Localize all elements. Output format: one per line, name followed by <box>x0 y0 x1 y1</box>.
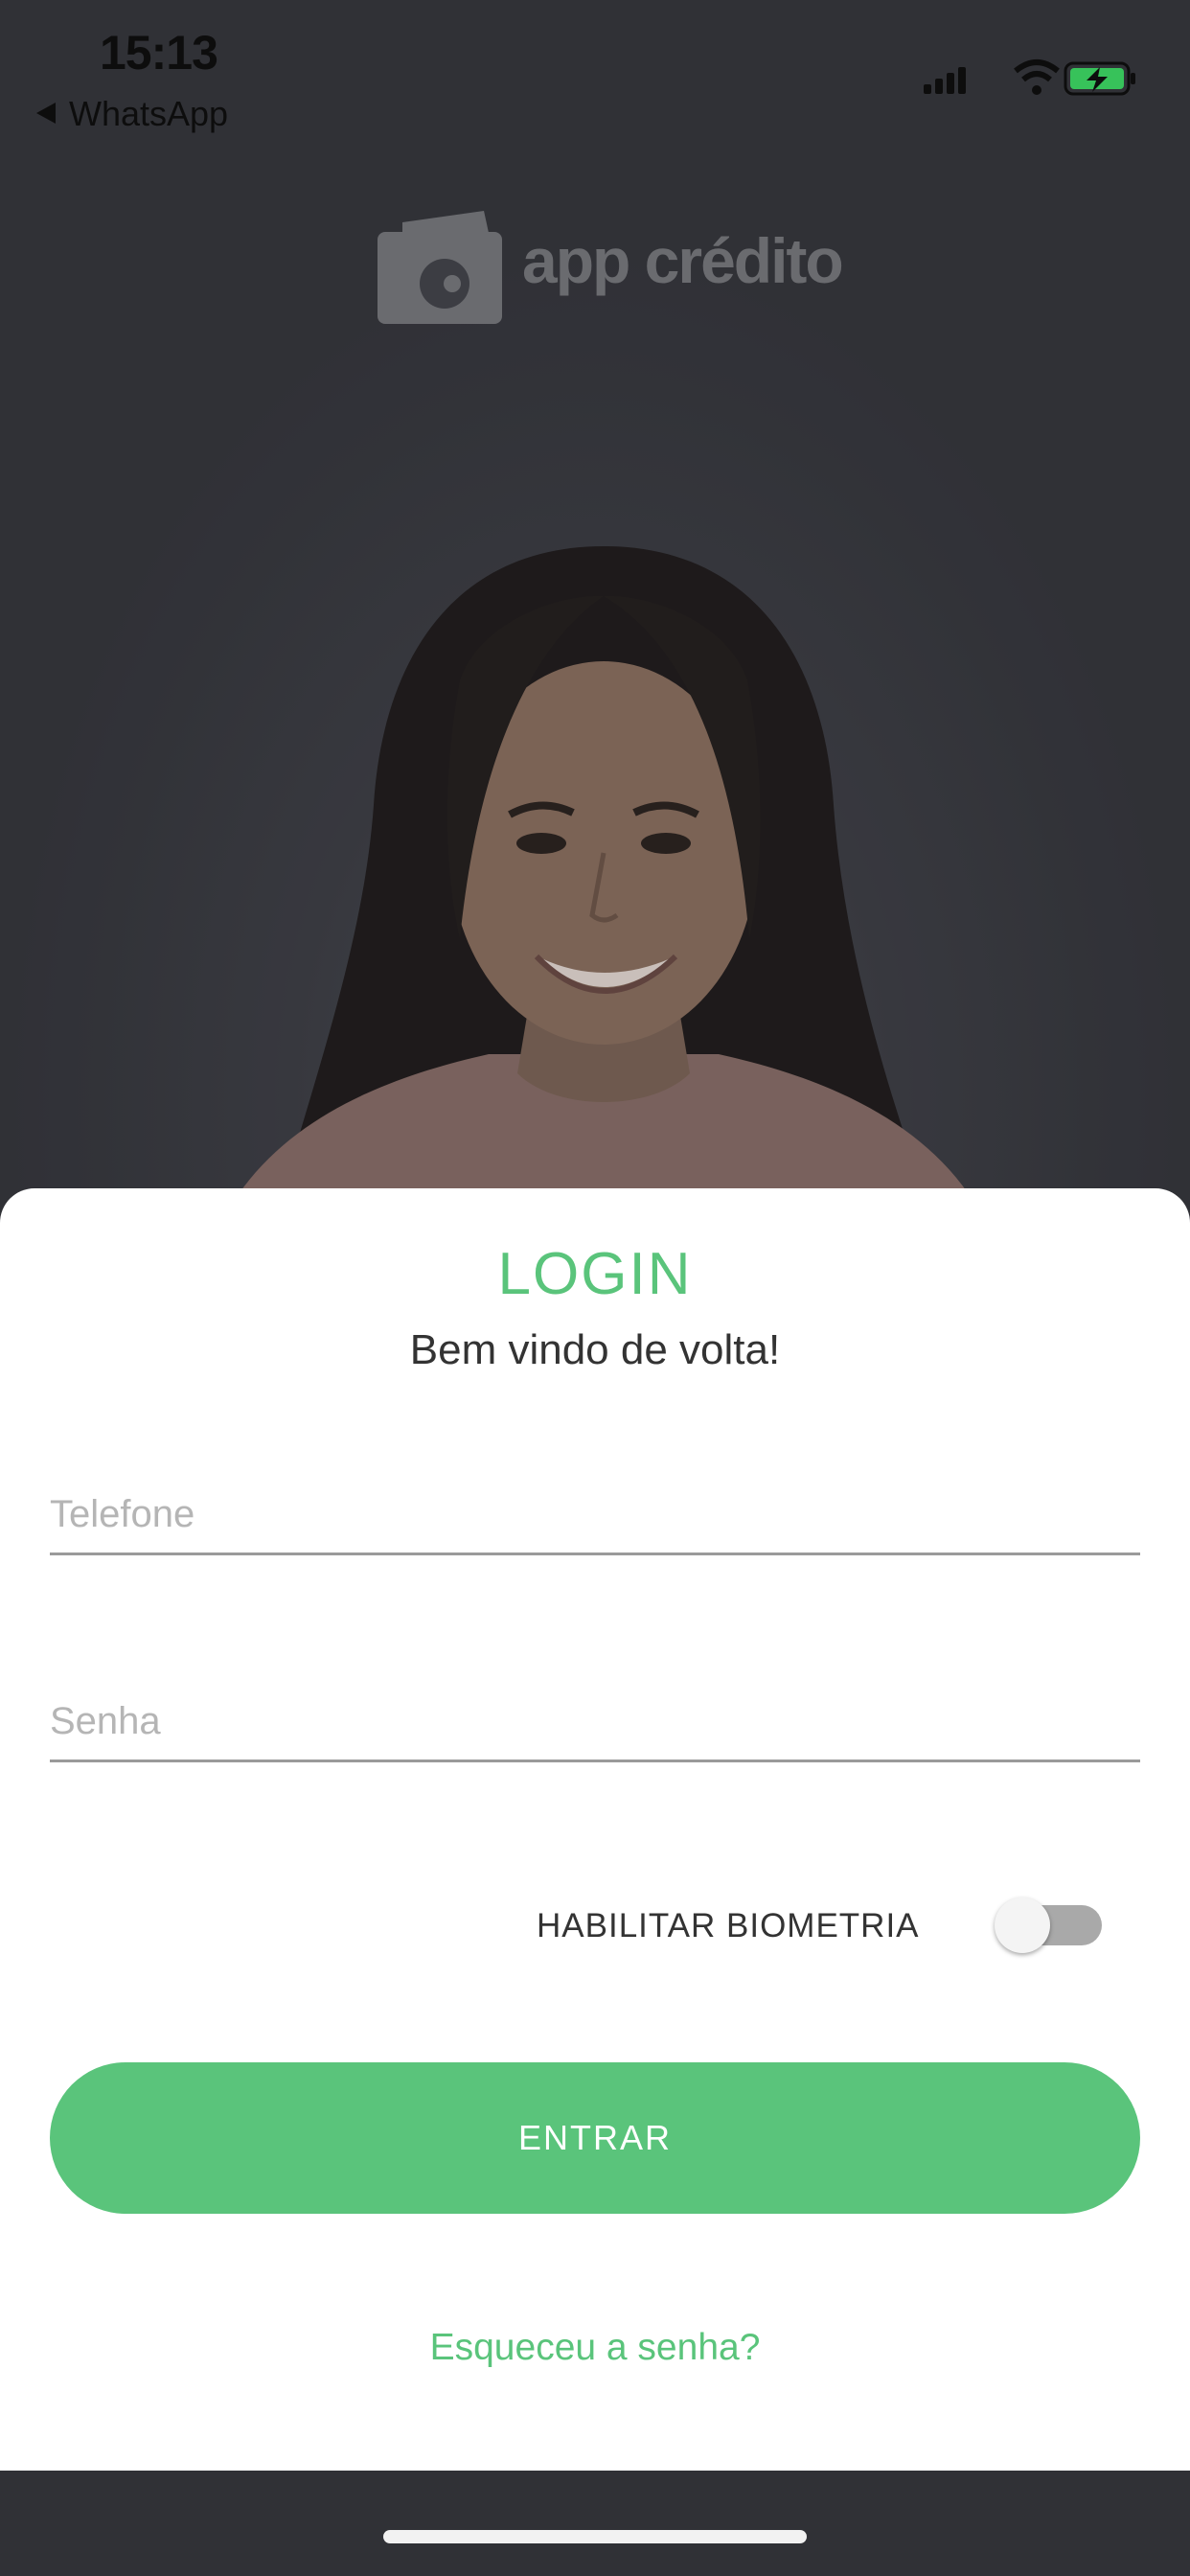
app-logo: app crédito <box>374 203 844 328</box>
background-bottom <box>0 2471 1190 2576</box>
password-input[interactable] <box>50 1683 1140 1760</box>
status-icons <box>924 59 1135 96</box>
logo-text: app crédito <box>522 225 844 296</box>
wifi-icon <box>1014 59 1060 95</box>
login-screen: 15:13 WhatsApp app crédito LOGIN Bem vin… <box>0 0 1190 2576</box>
battery-charging-icon <box>1064 61 1135 96</box>
back-to-app-link[interactable]: WhatsApp <box>36 94 228 134</box>
phone-input[interactable] <box>50 1476 1140 1552</box>
toggle-knob <box>995 1898 1050 1953</box>
password-field <box>50 1683 1140 1762</box>
status-time: 15:13 <box>100 26 218 80</box>
forgot-password-link[interactable]: Esqueceu a senha? <box>0 2327 1190 2369</box>
login-sheet <box>0 1188 1190 2471</box>
welcome-subtitle: Bem vindo de volta! <box>409 1326 781 1373</box>
phone-field <box>50 1476 1140 1555</box>
back-app-label: WhatsApp <box>69 94 229 133</box>
back-arrow-icon <box>36 103 56 124</box>
wallet-logo-icon <box>378 211 502 324</box>
login-title: LOGIN <box>497 1241 693 1307</box>
biometrics-toggle[interactable] <box>995 1898 1102 1953</box>
cellular-signal-icon <box>924 67 966 94</box>
biometrics-label: HABILITAR BIOMETRIA <box>537 1907 920 1944</box>
home-indicator[interactable] <box>383 2530 807 2543</box>
enter-button[interactable]: ENTRAR <box>50 2062 1140 2214</box>
